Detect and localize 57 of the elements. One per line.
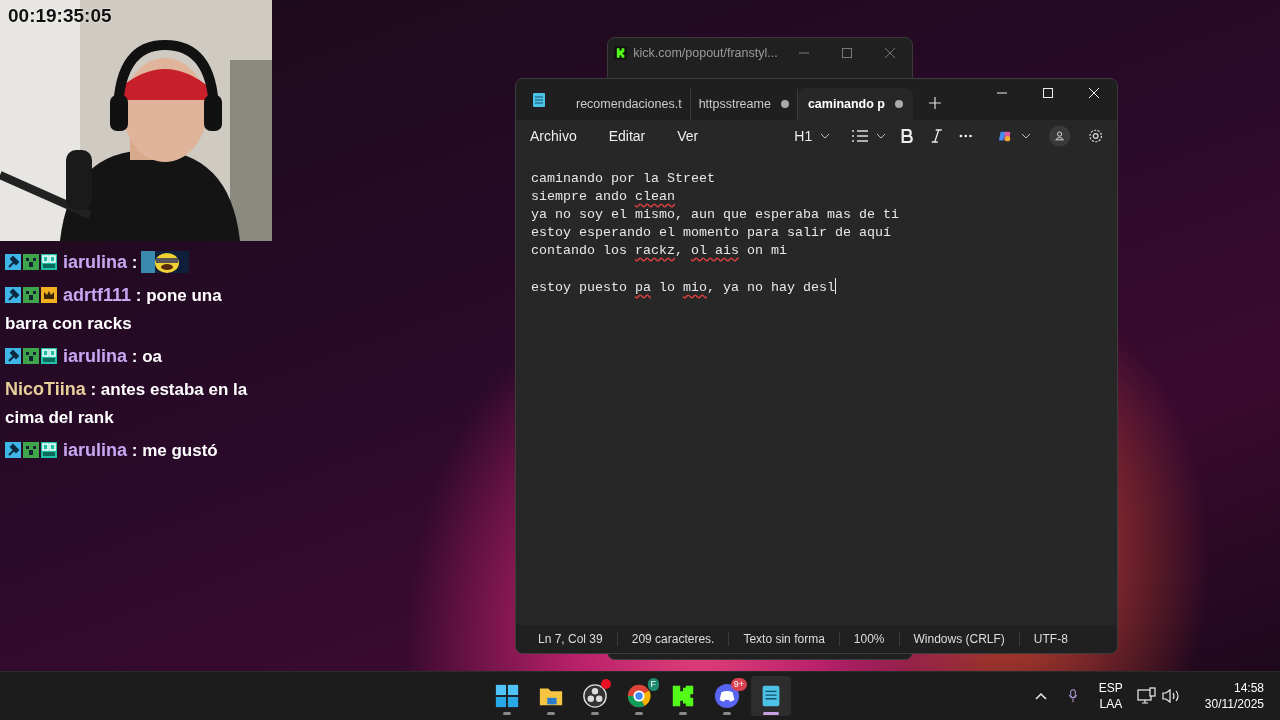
text-line: ya no soy el mismo, aun que esperaba mas de ti: [531, 207, 899, 222]
menu-item[interactable]: Archivo: [524, 124, 583, 148]
tab[interactable]: caminando p: [797, 88, 913, 120]
text-line: on mi: [745, 243, 787, 258]
status-item: Windows (CRLF): [899, 632, 1020, 646]
chevron-down-icon: [820, 133, 831, 139]
menu-item[interactable]: Editar: [602, 124, 652, 148]
window-title: kick.com/popout/franstyl...: [633, 46, 779, 60]
account-icon[interactable]: [1048, 125, 1070, 147]
text-cursor: [834, 278, 836, 294]
status-item: 100%: [839, 632, 900, 646]
chat-taskbar-button[interactable]: 9+: [707, 676, 747, 716]
chevron-down-icon: [876, 133, 887, 139]
browser-icon: [626, 683, 652, 709]
chat-message: iarulina :: [63, 253, 190, 272]
heading-dropdown[interactable]: H1: [788, 124, 837, 148]
misspelled-word: mio: [683, 280, 707, 295]
tab[interactable]: httpsstreame: [690, 88, 798, 120]
misspelled-word: ol ais: [691, 243, 739, 258]
chat-message: iarulina : me gustó: [63, 441, 218, 460]
text-line: estoy esperando el momento para salir de aquí: [531, 225, 891, 240]
text-line: lo: [657, 280, 676, 295]
tab[interactable]: recomendaciones.t: [568, 88, 691, 120]
letter-k-icon: [670, 683, 696, 709]
network-icon[interactable]: [1134, 687, 1159, 705]
colorful-logo-icon: [996, 129, 1013, 143]
status-item: Texto sin forma: [729, 632, 840, 646]
browser-taskbar-button[interactable]: F: [619, 676, 659, 716]
misspelled-word: pa: [635, 280, 651, 295]
four-squares-icon: [494, 683, 520, 709]
stream-timer: 00:19:35:05: [8, 5, 112, 27]
notification-badge: 9+: [730, 678, 747, 691]
chat-message: iarulina : oa: [63, 347, 162, 366]
text-line: ,: [675, 243, 684, 258]
notification-badge: F: [647, 678, 659, 691]
list-icon: [852, 129, 869, 143]
chat-message: NicoTiina : antes estaba en la cima del rank: [5, 380, 248, 427]
misspelled-word: clean: [635, 189, 675, 204]
text-line: caminando por la Street: [531, 171, 715, 186]
status-item: Ln 7, Col 39: [524, 632, 618, 646]
chevron-down-icon: [1020, 133, 1031, 139]
language-indicator[interactable]: ESP LAA: [1098, 680, 1123, 712]
status-item: 209 caracteres.: [617, 632, 730, 646]
status-item: UTF-8: [1032, 632, 1069, 646]
chat-message: adrtf111 : pone una barra con racks: [5, 286, 222, 333]
kick-logo-icon: [614, 46, 628, 60]
clock[interactable]: 14:58 30/11/2025: [1204, 680, 1264, 712]
add-tab-icon[interactable]: [929, 97, 941, 109]
text-line: , ya no hay desl: [707, 280, 835, 295]
misspelled-word: rackz: [635, 243, 675, 258]
menu-item[interactable]: Ver: [671, 124, 705, 148]
text-line: estoy puesto: [531, 280, 628, 295]
notepad-icon: [532, 92, 546, 108]
text-line: siempre ando: [531, 189, 628, 204]
text-line: contando los: [531, 243, 628, 258]
notepad-taskbar-button[interactable]: [751, 676, 791, 716]
three-circles-icon: [582, 683, 608, 709]
